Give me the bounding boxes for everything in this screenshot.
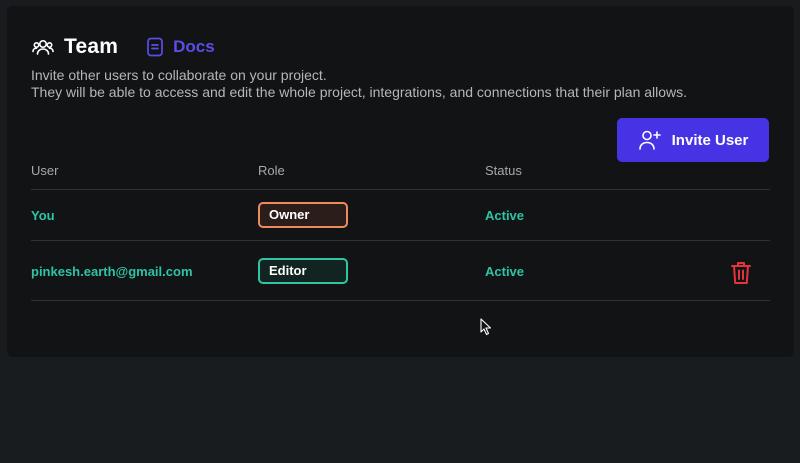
- column-header-status: Status: [485, 163, 522, 178]
- status-cell: Active: [485, 208, 525, 223]
- user-plus-icon: [638, 128, 662, 152]
- trash-icon[interactable]: [729, 260, 753, 286]
- user-cell: pinkesh.earth@gmail.com: [31, 264, 193, 279]
- docs-link-label: Docs: [173, 37, 215, 56]
- role-badge-owner: Owner: [258, 202, 348, 228]
- invite-user-button[interactable]: Invite User: [617, 118, 769, 162]
- team-panel: Team Docs Invite other users to collabor…: [7, 6, 794, 357]
- docs-link[interactable]: Docs: [146, 37, 215, 57]
- page-title: Team: [64, 35, 119, 58]
- description-line-2: They will be able to access and edit the…: [31, 84, 688, 100]
- column-header-role: Role: [258, 163, 285, 178]
- team-description: Invite other users to collaborate on you…: [31, 67, 687, 101]
- panel-header: Team Docs: [32, 35, 215, 59]
- row-divider: [31, 240, 770, 241]
- users-icon: [32, 36, 54, 58]
- status-cell: Active: [485, 264, 525, 279]
- header-divider: [31, 189, 770, 190]
- mouse-cursor-icon: [480, 318, 492, 336]
- description-line-1: Invite other users to collaborate on you…: [31, 67, 327, 83]
- user-cell: You: [31, 208, 55, 223]
- column-header-user: User: [31, 163, 59, 178]
- role-badge-editor[interactable]: Editor: [258, 258, 348, 284]
- invite-user-label: Invite User: [671, 131, 749, 149]
- document-icon: [146, 37, 164, 57]
- row-divider: [31, 300, 770, 301]
